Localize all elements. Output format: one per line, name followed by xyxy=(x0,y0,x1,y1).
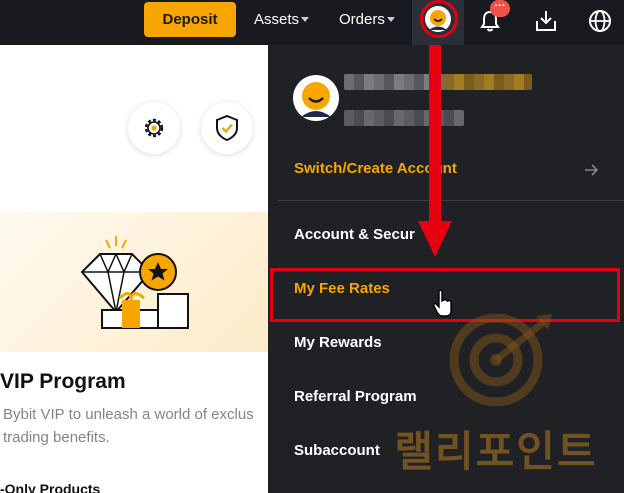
vip-description-line2: trading benefits. xyxy=(3,429,110,446)
annotation-arrow-down xyxy=(418,45,452,257)
download-icon[interactable] xyxy=(531,6,561,36)
vip-program-title: VIP Program xyxy=(0,370,126,393)
gear-icon xyxy=(144,118,164,138)
nav-assets-label: Assets xyxy=(254,11,300,28)
menu-item-subaccount[interactable]: Subaccount xyxy=(294,442,380,459)
nav-assets-menu[interactable]: Assets xyxy=(254,10,310,30)
avatar-icon[interactable] xyxy=(293,75,339,121)
annotation-circle xyxy=(420,0,458,38)
deposit-button[interactable]: Deposit xyxy=(144,2,236,37)
top-nav-bar: Deposit Assets Orders ··· xyxy=(0,0,624,45)
notification-badge: ··· xyxy=(490,0,510,17)
diamond-gift-illustration xyxy=(80,236,189,329)
arrow-right-icon[interactable] xyxy=(583,162,599,178)
security-button[interactable] xyxy=(201,102,253,154)
shield-check-icon xyxy=(216,114,238,142)
nav-orders-menu[interactable]: Orders xyxy=(339,10,395,30)
menu-item-account-security[interactable]: Account & Secur xyxy=(294,226,415,243)
menu-item-my-rewards[interactable]: My Rewards xyxy=(294,334,382,351)
watermark-text: 랠리포인트 xyxy=(394,428,598,475)
vip-description: Bybit VIP to unleash a world of exclus t… xyxy=(3,403,265,449)
vip-banner xyxy=(0,212,268,352)
nav-orders-label: Orders xyxy=(339,11,385,28)
settings-button[interactable] xyxy=(128,102,180,154)
caret-down-icon xyxy=(301,17,310,22)
vip-description-line1: Bybit VIP to unleash a world of exclus xyxy=(3,406,254,423)
background-page: VIP Program Bybit VIP to unleash a world… xyxy=(0,45,268,493)
blurred-user-id-highlight xyxy=(444,74,532,90)
only-products-heading: -Only Products xyxy=(0,481,101,493)
caret-down-icon xyxy=(386,17,395,22)
globe-icon[interactable] xyxy=(585,6,615,36)
